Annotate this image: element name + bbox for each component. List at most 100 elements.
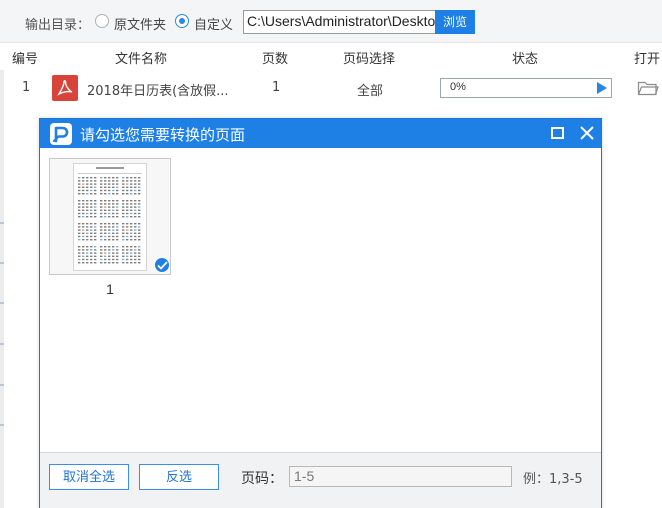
calendar-day-mark <box>94 177 97 179</box>
calendar-day-mark <box>122 249 125 251</box>
calendar-day-mark <box>138 249 141 251</box>
calendar-day-mark <box>82 212 85 215</box>
calendar-day-mark <box>116 216 119 218</box>
calendar-day-mark <box>134 258 137 261</box>
invert-selection-button[interactable]: 反选 <box>139 464 219 490</box>
calendar-day-mark <box>90 193 93 195</box>
page-range-input[interactable]: 1-5 <box>289 466 512 487</box>
calendar-day-mark <box>94 180 97 182</box>
calendar-day-mark <box>108 235 111 238</box>
browse-button[interactable]: 浏览 <box>435 10 475 34</box>
calendar-day-mark <box>100 235 103 238</box>
calendar-day-mark <box>122 193 125 195</box>
calendar-day-mark <box>138 209 141 211</box>
calendar-day-mark <box>108 255 111 257</box>
calendar-day-mark <box>90 209 93 211</box>
calendar-day-mark <box>138 258 141 261</box>
calendar-day-mark <box>130 177 133 179</box>
radio-custom-folder-label[interactable]: 自定义 <box>194 14 233 33</box>
calendar-day-mark <box>78 255 81 257</box>
calendar-day-mark <box>90 246 93 248</box>
row-file-name: 2018年日历表(含放假... <box>87 84 229 99</box>
calendar-day-mark <box>126 189 129 192</box>
calendar-day-mark <box>112 203 115 205</box>
folder-icon[interactable] <box>637 79 659 101</box>
calendar-day-mark <box>116 255 119 257</box>
calendar-day-mark <box>134 252 137 254</box>
calendar-day-mark <box>86 216 89 218</box>
calendar-day-mark <box>122 216 125 218</box>
calendar-day-mark <box>90 186 93 188</box>
calendar-day-mark <box>94 239 97 241</box>
calendar-day-mark <box>134 232 137 234</box>
deselect-all-button[interactable]: 取消全选 <box>49 464 129 490</box>
calendar-day-mark <box>104 189 107 192</box>
calendar-day-mark <box>78 212 81 215</box>
calendar-day-mark <box>108 200 111 202</box>
calendar-day-mark <box>86 239 89 241</box>
page-select-dialog: 请勾选您需要转换的页面 1 取消全选 反选 页码： 1-5 例：1,3-5 <box>39 118 602 508</box>
calendar-day-mark <box>126 209 129 211</box>
calendar-day-mark <box>100 193 103 195</box>
radio-original-folder-label[interactable]: 原文件夹 <box>114 14 166 33</box>
calendar-day-mark <box>126 258 129 261</box>
calendar-day-mark <box>94 226 97 228</box>
calendar-day-mark <box>126 249 129 251</box>
calendar-day-mark <box>126 262 129 264</box>
calendar-day-mark <box>138 200 141 202</box>
calendar-day-mark <box>100 177 103 179</box>
checked-icon[interactable] <box>154 257 170 273</box>
calendar-day-mark <box>126 229 129 231</box>
radio-custom-folder[interactable] <box>175 14 189 28</box>
calendar-day-mark <box>122 209 125 211</box>
calendar-day-mark <box>78 232 81 234</box>
calendar-day-mark <box>130 239 133 241</box>
play-icon[interactable] <box>597 82 607 94</box>
dialog-titlebar[interactable]: 请勾选您需要转换的页面 <box>40 119 601 148</box>
row-page-select[interactable]: 全部 <box>357 80 383 99</box>
output-path-input[interactable]: C:\Users\Administrator\Deskto <box>243 10 436 34</box>
calendar-day-mark <box>126 252 129 254</box>
page-thumbnail[interactable] <box>49 158 171 275</box>
calendar-day-mark <box>104 226 107 228</box>
calendar-day-mark <box>130 206 133 208</box>
calendar-day-mark <box>126 216 129 218</box>
calendar-day-mark <box>86 246 89 248</box>
row-page-count: 1 <box>272 80 281 95</box>
column-header-index: 编号 <box>12 52 39 67</box>
calendar-day-mark <box>122 252 125 254</box>
page-range-example: 例：1,3-5 <box>523 472 583 487</box>
calendar-day-mark <box>116 189 119 192</box>
calendar-day-mark <box>116 193 119 195</box>
calendar-day-mark <box>134 226 137 228</box>
calendar-day-mark <box>78 223 81 225</box>
maximize-icon[interactable] <box>551 127 564 139</box>
calendar-day-mark <box>130 209 133 211</box>
calendar-day-mark <box>94 209 97 211</box>
calendar-day-mark <box>104 235 107 238</box>
calendar-day-mark <box>134 183 137 185</box>
radio-original-folder[interactable] <box>95 14 109 28</box>
calendar-day-mark <box>104 186 107 188</box>
calendar-day-mark <box>100 229 103 231</box>
calendar-day-mark <box>78 226 81 228</box>
calendar-day-mark <box>130 193 133 195</box>
calendar-day-mark <box>100 252 103 254</box>
calendar-preview-graphic <box>78 167 142 264</box>
calendar-day-mark <box>116 212 119 215</box>
calendar-day-mark <box>138 255 141 257</box>
calendar-day-mark <box>134 255 137 257</box>
close-icon[interactable] <box>579 125 595 141</box>
calendar-day-mark <box>134 223 137 225</box>
calendar-day-mark <box>112 252 115 254</box>
calendar-day-mark <box>82 186 85 188</box>
calendar-day-mark <box>90 212 93 215</box>
calendar-day-mark <box>116 180 119 182</box>
column-header-page-select: 页码选择 <box>343 52 396 67</box>
table-row[interactable]: 1 2018年日历表(含放假... 1 全部 0% <box>0 70 662 106</box>
dialog-title: 请勾选您需要转换的页面 <box>80 126 246 144</box>
calendar-day-mark <box>86 177 89 179</box>
calendar-day-mark <box>82 229 85 231</box>
calendar-day-mark <box>138 212 141 215</box>
edge-marker <box>0 222 4 224</box>
